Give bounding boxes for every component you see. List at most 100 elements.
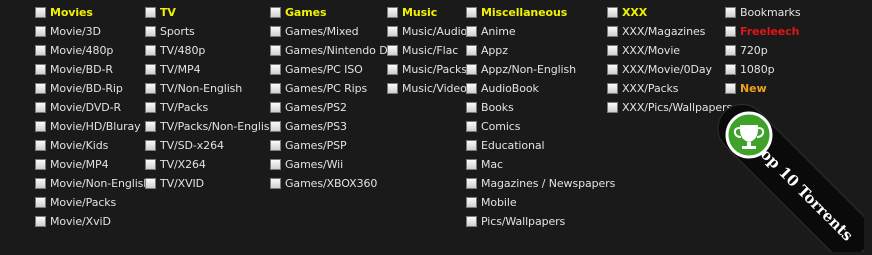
category-checkbox[interactable] [387, 45, 398, 56]
category-tv-sd-x264[interactable]: TV/SD-x264 [145, 136, 276, 155]
category-tv[interactable]: TV [145, 3, 276, 22]
category-xxx-movie-0day[interactable]: XXX/Movie/0Day [607, 60, 732, 79]
category-audiobook[interactable]: AudioBook [466, 79, 615, 98]
category-checkbox[interactable] [270, 140, 281, 151]
category-checkbox[interactable] [270, 26, 281, 37]
category-checkbox[interactable] [35, 64, 46, 75]
category-pics-wallpapers[interactable]: Pics/Wallpapers [466, 212, 615, 231]
category-games[interactable]: Games [270, 3, 394, 22]
category-tv-packs[interactable]: TV/Packs [145, 98, 276, 117]
category-checkbox[interactable] [725, 83, 736, 94]
category-checkbox[interactable] [145, 64, 156, 75]
category-xxx-magazines[interactable]: XXX/Magazines [607, 22, 732, 41]
category-new[interactable]: New [725, 79, 801, 98]
category-games-mixed[interactable]: Games/Mixed [270, 22, 394, 41]
category-checkbox[interactable] [466, 102, 477, 113]
category-checkbox[interactable] [35, 45, 46, 56]
category-tv-480p[interactable]: TV/480p [145, 41, 276, 60]
category-checkbox[interactable] [607, 26, 618, 37]
category-freeleech[interactable]: Freeleech [725, 22, 801, 41]
category-games-psp[interactable]: Games/PSP [270, 136, 394, 155]
category-movie-hd-bluray[interactable]: Movie/HD/Bluray [35, 117, 150, 136]
category-checkbox[interactable] [270, 159, 281, 170]
category-appz-non-english[interactable]: Appz/Non-English [466, 60, 615, 79]
category-checkbox[interactable] [725, 26, 736, 37]
category-checkbox[interactable] [270, 64, 281, 75]
category-educational[interactable]: Educational [466, 136, 615, 155]
category-checkbox[interactable] [466, 45, 477, 56]
category-music[interactable]: Music [387, 3, 467, 22]
category-movie-xvid[interactable]: Movie/XviD [35, 212, 150, 231]
category-1080p[interactable]: 1080p [725, 60, 801, 79]
category-checkbox[interactable] [145, 159, 156, 170]
category-checkbox[interactable] [607, 83, 618, 94]
category-checkbox[interactable] [270, 7, 281, 18]
category-checkbox[interactable] [466, 197, 477, 208]
category-sports[interactable]: Sports [145, 22, 276, 41]
category-xxx-movie[interactable]: XXX/Movie [607, 41, 732, 60]
category-xxx-packs[interactable]: XXX/Packs [607, 79, 732, 98]
category-mac[interactable]: Mac [466, 155, 615, 174]
category-games-ps2[interactable]: Games/PS2 [270, 98, 394, 117]
category-checkbox[interactable] [270, 83, 281, 94]
category-tv-x264[interactable]: TV/X264 [145, 155, 276, 174]
category-checkbox[interactable] [466, 216, 477, 227]
category-checkbox[interactable] [35, 121, 46, 132]
category-checkbox[interactable] [145, 26, 156, 37]
category-checkbox[interactable] [145, 121, 156, 132]
category-mobile[interactable]: Mobile [466, 193, 615, 212]
category-checkbox[interactable] [466, 121, 477, 132]
category-checkbox[interactable] [607, 64, 618, 75]
category-checkbox[interactable] [270, 178, 281, 189]
category-anime[interactable]: Anime [466, 22, 615, 41]
category-games-pc-iso[interactable]: Games/PC ISO [270, 60, 394, 79]
category-checkbox[interactable] [145, 7, 156, 18]
category-checkbox[interactable] [725, 45, 736, 56]
category-movie-bd-r[interactable]: Movie/BD-R [35, 60, 150, 79]
category-checkbox[interactable] [145, 102, 156, 113]
category-checkbox[interactable] [35, 178, 46, 189]
category-checkbox[interactable] [145, 83, 156, 94]
category-movie-bd-rip[interactable]: Movie/BD-Rip [35, 79, 150, 98]
category-checkbox[interactable] [270, 102, 281, 113]
category-checkbox[interactable] [35, 216, 46, 227]
category-checkbox[interactable] [35, 83, 46, 94]
category-games-nintendo-ds[interactable]: Games/Nintendo DS [270, 41, 395, 60]
category-checkbox[interactable] [607, 45, 618, 56]
category-music-audio[interactable]: Music/Audio [387, 22, 467, 41]
category-checkbox[interactable] [35, 140, 46, 151]
category-checkbox[interactable] [35, 26, 46, 37]
category-checkbox[interactable] [387, 7, 398, 18]
category-music-packs[interactable]: Music/Packs [387, 60, 467, 79]
category-checkbox[interactable] [466, 178, 477, 189]
category-720p[interactable]: 720p [725, 41, 801, 60]
category-checkbox[interactable] [387, 64, 398, 75]
category-checkbox[interactable] [466, 159, 477, 170]
category-tv-packs-non-english[interactable]: TV/Packs/Non-English [145, 117, 276, 136]
category-movie-mp4[interactable]: Movie/MP4 [35, 155, 150, 174]
category-checkbox[interactable] [466, 83, 477, 94]
category-xxx[interactable]: XXX [607, 3, 732, 22]
category-checkbox[interactable] [607, 102, 618, 113]
category-checkbox[interactable] [466, 64, 477, 75]
category-checkbox[interactable] [145, 178, 156, 189]
category-checkbox[interactable] [725, 7, 736, 18]
category-checkbox[interactable] [270, 121, 281, 132]
category-games-ps3[interactable]: Games/PS3 [270, 117, 394, 136]
category-tv-non-english[interactable]: TV/Non-English [145, 79, 276, 98]
category-checkbox[interactable] [35, 159, 46, 170]
category-magazines-newspapers[interactable]: Magazines / Newspapers [466, 174, 615, 193]
category-music-video[interactable]: Music/Video [387, 79, 467, 98]
category-movie-480p[interactable]: Movie/480p [35, 41, 150, 60]
category-checkbox[interactable] [145, 45, 156, 56]
category-checkbox[interactable] [145, 140, 156, 151]
category-games-xbox360[interactable]: Games/XBOX360 [270, 174, 394, 193]
category-checkbox[interactable] [387, 26, 398, 37]
category-checkbox[interactable] [466, 140, 477, 151]
category-books[interactable]: Books [466, 98, 615, 117]
category-tv-xvid[interactable]: TV/XVID [145, 174, 276, 193]
category-checkbox[interactable] [466, 7, 477, 18]
category-movie-kids[interactable]: Movie/Kids [35, 136, 150, 155]
category-movie-dvd-r[interactable]: Movie/DVD-R [35, 98, 150, 117]
top10-badge[interactable]: Top 10 Torrents [714, 102, 872, 255]
